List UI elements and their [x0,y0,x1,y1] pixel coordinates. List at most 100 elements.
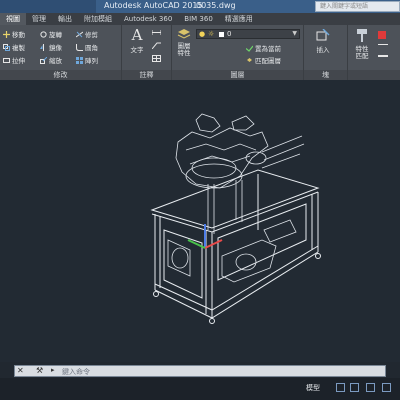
tab-addins[interactable]: 附加模組 [78,13,118,25]
panel-properties: 特性匹配 [348,25,400,80]
dimension-button[interactable] [151,29,162,36]
ribbon: 移動 旋轉 修剪 複製 鏡像 圓角 拉伸 縮放 陣列 修改 A 文字 註釋 圖層… [0,25,400,80]
panel-annotation-title[interactable]: 註釋 [122,70,171,80]
layer-value: 0 [227,30,232,38]
layer-properties-label: 圖層特性 [177,42,191,57]
copy-icon [3,43,10,51]
ucs-axes-icon [187,224,223,249]
stretch-label: 拉伸 [12,57,25,65]
match-layer-button[interactable]: 匹配圖層 [246,55,281,65]
text-button[interactable]: A 文字 [126,26,148,55]
move-icon [3,30,10,38]
leader-button[interactable] [151,42,161,50]
grid-icon[interactable] [336,383,345,392]
panel-properties-title[interactable] [348,70,400,80]
machine-mechanism [167,113,305,283]
lightbulb-icon: ● [199,30,206,38]
document-title: 0035.dwg [196,1,236,10]
match-properties-label: 特性匹配 [355,45,369,60]
close-icon[interactable]: ✕ [17,367,25,375]
lineweight-icon[interactable] [378,55,388,57]
text-label: 文字 [130,46,144,54]
stretch-icon [3,57,10,64]
rotate-icon [40,30,47,38]
cad-drawing [150,113,321,324]
ortho-icon[interactable] [366,383,375,392]
polar-tracking-icon[interactable] [382,383,391,392]
color-swatch-icon[interactable] [378,31,386,39]
scale-button[interactable]: 縮放 [40,55,62,65]
layer-dropdown[interactable]: ● ☼ 0 ▼ [196,29,300,39]
table-icon [152,55,161,62]
text-icon: A [131,26,143,44]
set-current-icon [245,45,254,52]
panel-modify: 移動 旋轉 修剪 複製 鏡像 圓角 拉伸 縮放 陣列 修改 [0,25,122,80]
match-layer-label: 匹配圖層 [255,57,281,65]
move-button[interactable]: 移動 [3,29,25,39]
tab-featured-apps[interactable]: 精選應用 [219,13,259,25]
layer-color-swatch [219,32,224,37]
search-input[interactable]: 鍵入關鍵字或短語 [315,1,400,12]
insert-icon [312,28,334,43]
scale-label: 縮放 [49,57,62,65]
panel-layers-title[interactable]: 圖層 [172,70,303,80]
scale-icon [40,56,48,64]
set-current-label: 置為當前 [255,45,281,53]
stretch-button[interactable]: 拉伸 [3,55,25,65]
match-layer-icon [246,57,253,64]
panel-annotation: A 文字 註釋 [122,25,172,80]
paintbrush-icon [352,29,372,45]
trim-label: 修剪 [85,31,98,39]
autocad-window: Autodesk AutoCAD 2015 0035.dwg 鍵入關鍵字或短語 … [0,0,400,400]
status-bar: 模型 [0,378,400,400]
mirror-icon [40,43,47,51]
trim-icon [75,31,84,38]
array-icon [76,56,83,64]
insert-button[interactable]: 插入 [312,28,334,54]
wrench-icon[interactable]: ⚒ [36,366,43,375]
panel-block-title[interactable]: 塊 [304,70,347,80]
tab-bim-360[interactable]: BIM 360 [178,13,219,25]
trim-button[interactable]: 修剪 [75,29,98,39]
command-line[interactable]: ✕ ⚒ ▸ 鍵入命令 [14,365,386,377]
model-space-button[interactable]: 模型 [306,383,320,393]
move-label: 移動 [12,31,25,39]
snap-icon[interactable] [350,383,359,392]
layer-stack-icon [174,28,194,42]
app-title: Autodesk AutoCAD 2015 [104,1,203,10]
table-button[interactable] [152,55,161,62]
insert-label: 插入 [316,46,330,54]
panel-block: 插入 塊 [304,25,348,80]
panel-layers: 圖層特性 ● ☼ 0 ▼ 置為當前 匹配圖層 圖層 [172,25,304,80]
match-properties-button[interactable]: 特性匹配 [352,29,372,60]
command-prompt-icon: ▸ [51,366,55,374]
ribbon-tabs: 視圖 管理 輸出 附加模組 Autodesk 360 BIM 360 精選應用 [0,13,400,25]
fillet-label: 圓角 [85,44,98,52]
tab-view[interactable]: 視圖 [0,13,26,25]
command-input[interactable]: 鍵入命令 [62,367,90,377]
fillet-icon [76,43,83,51]
title-bar: Autodesk AutoCAD 2015 0035.dwg 鍵入關鍵字或短語 [0,0,400,13]
fillet-button[interactable]: 圓角 [76,42,98,52]
sun-icon: ☼ [208,30,215,38]
tab-autodesk-360[interactable]: Autodesk 360 [118,13,178,25]
rotate-label: 旋轉 [49,31,62,39]
rotate-button[interactable]: 旋轉 [40,29,62,39]
mirror-button[interactable]: 鏡像 [40,42,62,52]
leader-icon [151,42,161,50]
copy-button[interactable]: 複製 [3,42,25,52]
drawing-canvas[interactable] [0,80,400,362]
layer-properties-button[interactable]: 圖層特性 [174,28,194,57]
chevron-down-icon: ▼ [292,30,297,37]
linetype-icon[interactable] [378,44,388,45]
mirror-label: 鏡像 [49,44,62,52]
tab-manage[interactable]: 管理 [26,13,52,25]
dimension-icon [151,29,162,36]
array-button[interactable]: 陣列 [76,55,98,65]
panel-modify-title[interactable]: 修改 [0,70,121,80]
copy-label: 複製 [12,44,25,52]
tab-output[interactable]: 輸出 [52,13,78,25]
set-current-button[interactable]: 置為當前 [245,43,281,53]
quick-access-toolbar[interactable] [0,0,96,13]
array-label: 陣列 [85,57,98,65]
